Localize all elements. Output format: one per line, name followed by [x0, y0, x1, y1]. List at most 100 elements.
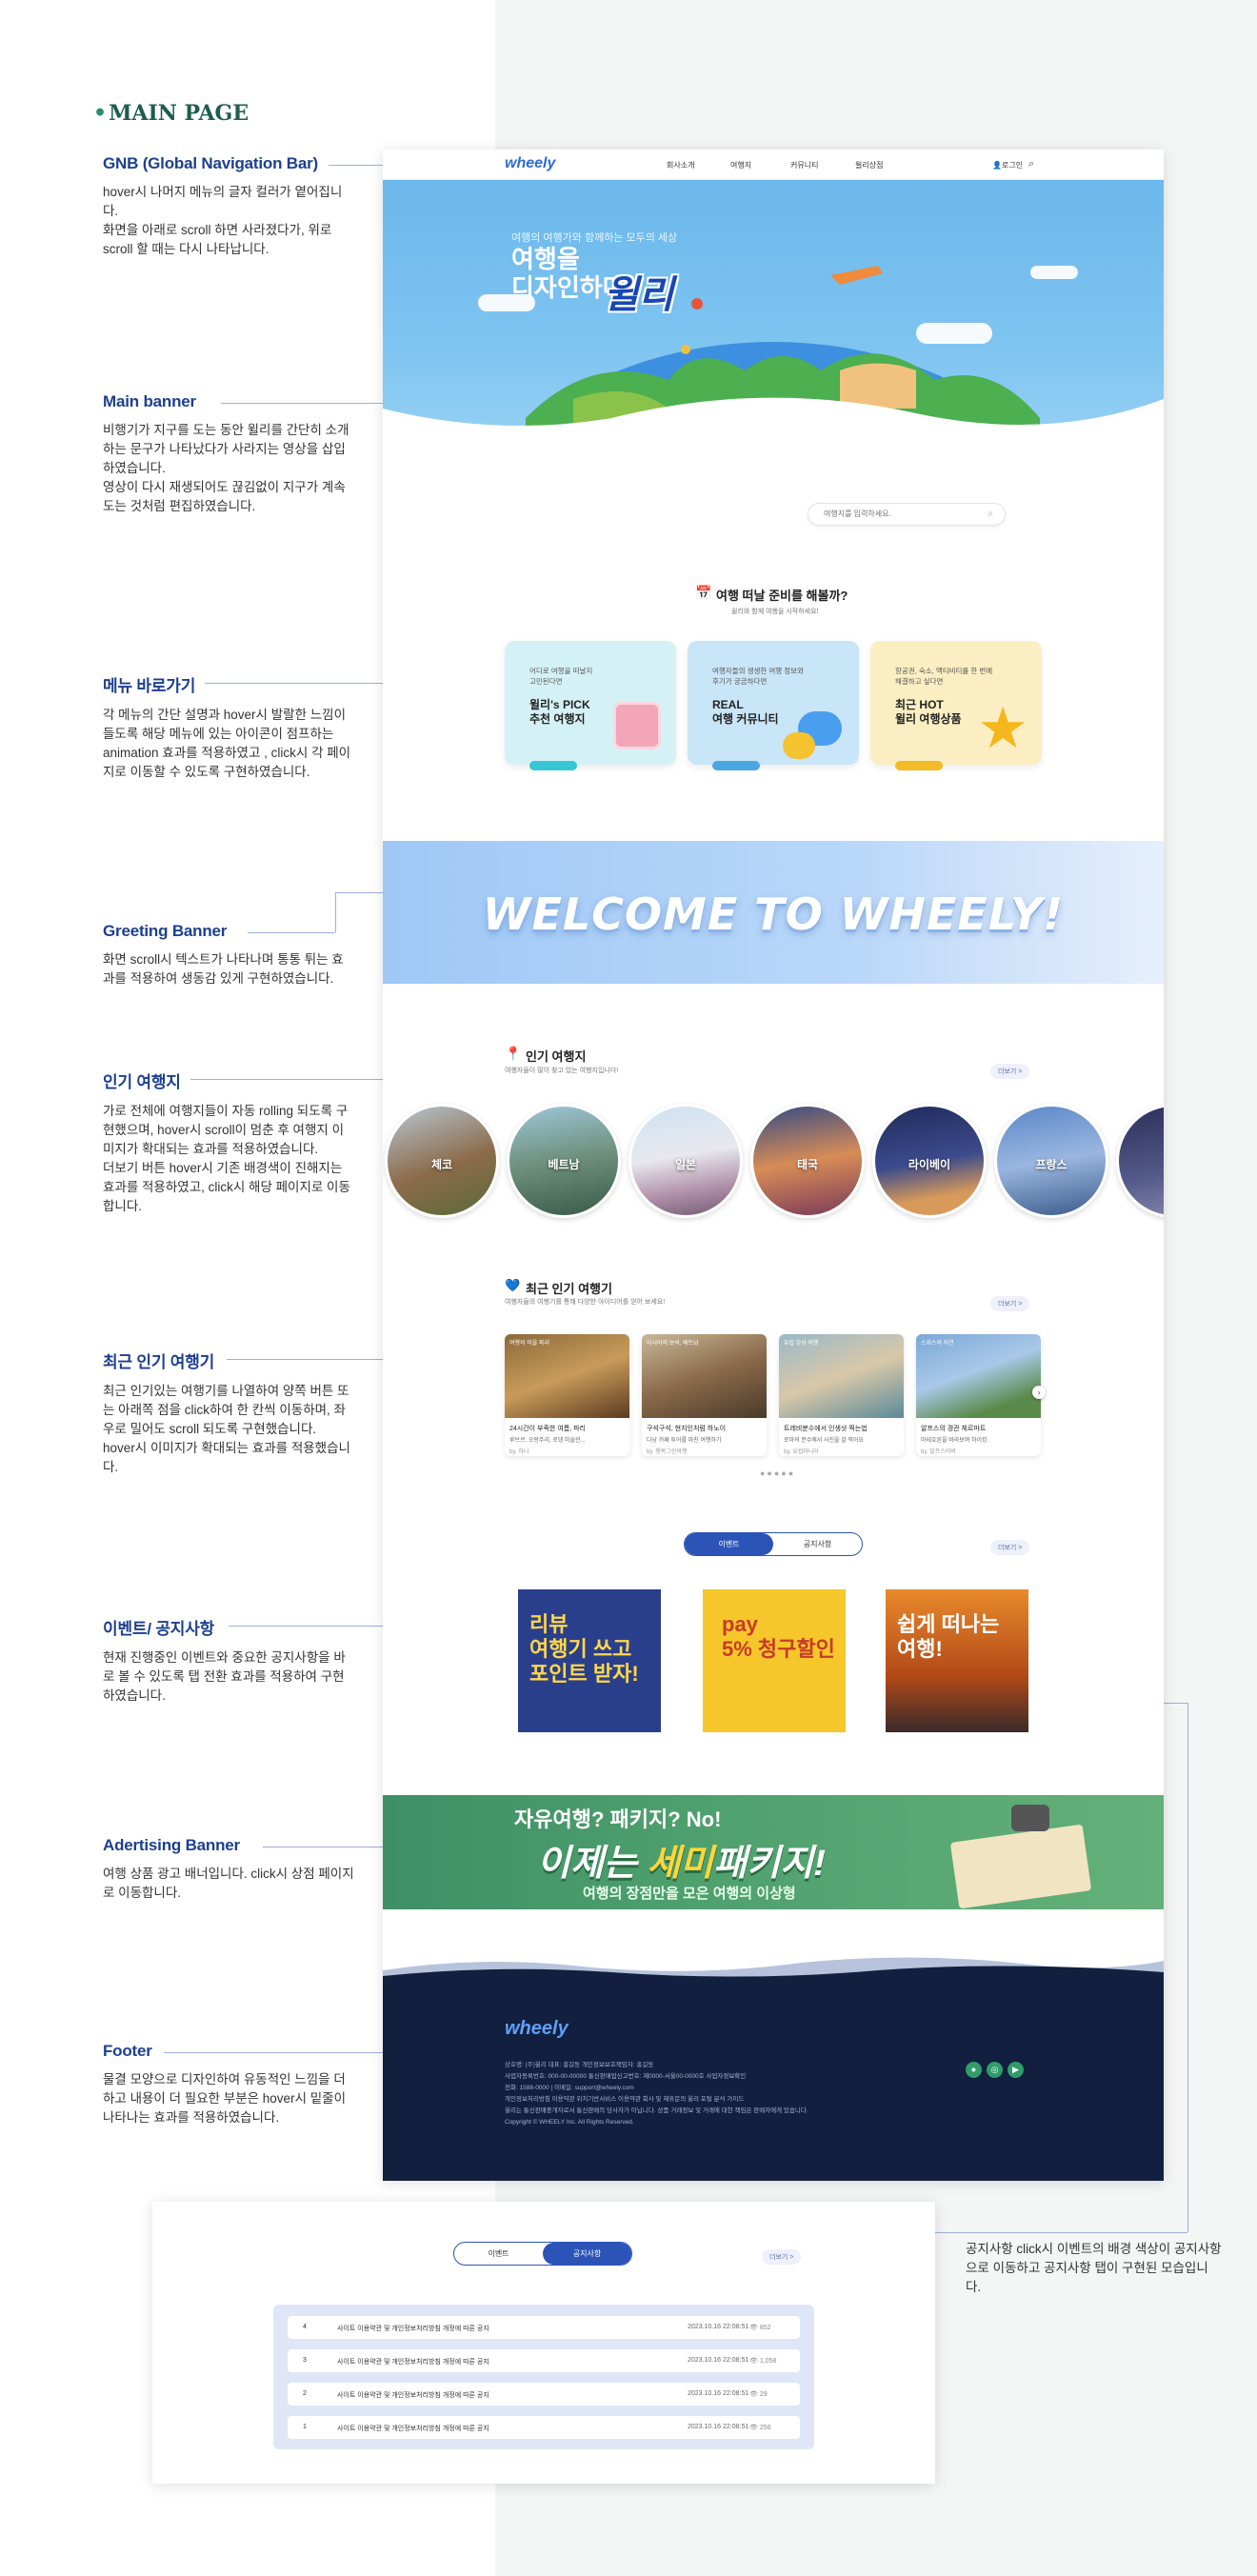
- tab-event[interactable]: 이벤트: [454, 2243, 543, 2265]
- event-card-text: 리뷰 여행기 쓰고 포인트 받자!: [529, 1612, 639, 1686]
- eye-icon: 👁: [749, 2391, 760, 2398]
- travelogue-card[interactable]: 스위스의 자연 알프스의 경관 체르마트 마테호른을 바라보며 하이킹 by. 알프스…: [916, 1334, 1041, 1456]
- card-desc: 항공권, 숙소, 액티비티를 한 번에 해결하고 싶다면: [895, 667, 993, 686]
- instagram-icon[interactable]: ◎: [987, 2062, 1003, 2078]
- event-notice-tabs: 이벤트 공지사항: [453, 2242, 632, 2266]
- annotation-text: 비행기가 지구를 도는 동안 윌리를 간단히 소개하는 문구가 나타났다가 사라…: [103, 423, 349, 513]
- annotation-title: GNB (Global Navigation Bar): [103, 154, 319, 172]
- notice-row[interactable]: 3 사이트 이용약관 및 개인정보처리방침 개정에 따른 공지 2023.10.16…: [288, 2349, 800, 2372]
- notice-title: 사이트 이용약관 및 개인정보처리방침 개정에 따른 공지: [337, 2326, 489, 2332]
- notice-views: 👁 256: [749, 2424, 771, 2431]
- destination-circle[interactable]: 라이베이: [872, 1104, 987, 1218]
- travelogue-image: 유럽 감성 여행: [779, 1334, 904, 1418]
- login-link[interactable]: 👤로그인: [992, 160, 1023, 170]
- tab-event[interactable]: 이벤트: [685, 1533, 773, 1555]
- youtube-icon[interactable]: ▶: [1008, 2062, 1024, 2078]
- recent-title: 최근 인기 여행기: [526, 1282, 612, 1296]
- notice-number: 1: [303, 2424, 307, 2430]
- destination-circle[interactable]: 베트남: [507, 1104, 621, 1218]
- annotation-title: Adertising Banner: [103, 1836, 240, 1854]
- site-logo[interactable]: wheely: [505, 155, 555, 172]
- notice-date: 2023.10.16 22:08:51: [688, 2424, 749, 2430]
- search-input[interactable]: [824, 509, 986, 518]
- event-more-button[interactable]: 더보기 >: [990, 1540, 1030, 1555]
- annotation-text: 가로 전체에 여행지들이 자동 rolling 되도록 구현했으며, hover…: [103, 1104, 350, 1213]
- login-label: 로그인: [1001, 161, 1024, 170]
- notice-row[interactable]: 4 사이트 이용약관 및 개인정보처리방침 개정에 따른 공지 2023.10.16…: [288, 2316, 800, 2339]
- gnb: wheely 회사소개 여행지 커뮤니티 윌리상점 👤로그인 ⌕: [383, 150, 1164, 180]
- annotation-main-banner: Main banner 비행기가 지구를 도는 동안 윌리를 간단히 소개하는 …: [103, 392, 355, 516]
- destination-circle[interactable]: [1116, 1104, 1164, 1218]
- menu-card-hot[interactable]: 항공권, 숙소, 액티비티를 한 번에 해결하고 싶다면 최근 HOT 윌리 여…: [870, 641, 1042, 770]
- destination-label: 라이베이: [908, 1158, 951, 1171]
- annotation-text: 화면 scroll시 텍스트가 나타나며 통통 튀는 효과를 적용하여 생동감 …: [103, 952, 344, 986]
- annotation-title: 최근 인기 여행기: [103, 1353, 215, 1371]
- camera-icon: [1011, 1805, 1049, 1831]
- travelogue-title: 구석구석, 현지인처럼 하노이: [647, 1426, 727, 1432]
- annotation-menu-shortcut: 메뉴 바로가기 각 메뉴의 간단 설명과 hover시 발랄한 느낌이 들도록 …: [103, 672, 355, 782]
- gnb-menu-community[interactable]: 커뮤니티: [790, 160, 818, 170]
- tab-notice[interactable]: 공지사항: [543, 2243, 631, 2265]
- travelogue-card[interactable]: 아시아의 보석, 베트남 구석구석, 현지인처럼 하노이 다낭 카페 투어를 마친 …: [642, 1334, 767, 1456]
- tab-notice[interactable]: 공지사항: [773, 1533, 862, 1555]
- prep-title: 여행 떠날 준비를 해볼까?: [716, 589, 848, 603]
- notice-number: 4: [303, 2324, 307, 2330]
- notice-date: 2023.10.16 22:08:51: [688, 2357, 749, 2364]
- chat-icon[interactable]: ●: [966, 2062, 982, 2078]
- travelogue-tag: 스위스의 자연: [921, 1341, 954, 1347]
- annotation-text: hover시 나머지 메뉴의 글자 컬러가 옅어집니다. 화면을 아래로 scr…: [103, 185, 343, 256]
- recent-more-button[interactable]: 더보기 >: [990, 1296, 1030, 1311]
- notice-views: 👁 29: [749, 2390, 768, 2398]
- annotation-title: Greeting Banner: [103, 922, 228, 940]
- ad-line-2-highlight: 세미: [647, 1844, 714, 1884]
- card-desc: 어디로 여행을 떠날지 고민된다면: [529, 667, 593, 686]
- notice-views: 👁 1,058: [749, 2357, 776, 2365]
- main-banner: 여행의 여행가와 함께하는 모두의 세상 여행을 디자인하다, 윌리: [383, 180, 1164, 456]
- destination-circle[interactable]: 체코: [385, 1104, 499, 1218]
- card-desc: 여행자들의 생생한 여행 정보와 후기가 궁금하다면: [712, 667, 804, 686]
- annotation-footer: Footer 물결 모양으로 디자인하여 유동적인 느낌을 더하고 내용이 더 …: [103, 2042, 355, 2127]
- destination-label: 일본: [674, 1158, 697, 1171]
- notice-row[interactable]: 1 사이트 이용약관 및 개인정보처리방침 개정에 따른 공지 2023.10.16…: [288, 2416, 800, 2439]
- carousel-dots[interactable]: ●●●●●: [760, 1468, 795, 1478]
- travelogue-card[interactable]: 여행의 마을 파리 24시간이 부족한 여름, 파리 루브르, 오랑주리, 로댕 미…: [505, 1334, 629, 1456]
- footer-logo[interactable]: wheely: [505, 2018, 569, 2040]
- notice-row[interactable]: 2 사이트 이용약관 및 개인정보처리방침 개정에 따른 공지 2023.10.16…: [288, 2383, 800, 2406]
- event-card-pay[interactable]: pay 5% 청구할인: [703, 1589, 846, 1732]
- gnb-menu-destinations[interactable]: 여행지: [730, 160, 751, 170]
- banner-tagline: 여행의 여행가와 함께하는 모두의 세상: [511, 232, 678, 244]
- popular-more-button[interactable]: 더보기 >: [990, 1064, 1030, 1079]
- menu-card-pick[interactable]: 어디로 여행을 떠날지 고민된다면 윌리's PICK 추천 여행지: [505, 641, 676, 770]
- search-icon[interactable]: ⌕: [988, 509, 993, 519]
- notice-more-button[interactable]: 더보기 >: [762, 2249, 802, 2265]
- travelogue-summary: 루브르, 오랑주리, 로댕 미술관...: [509, 1438, 586, 1444]
- annotation-title: Main banner: [103, 392, 196, 410]
- notice-view-count: 256: [759, 2425, 771, 2431]
- connector-line: [1187, 1703, 1188, 2232]
- travelogue-card[interactable]: 유럽 감성 여행 트레비분수에서 인생샷 찍는법 로마의 분수에서 사진을 잘 찍어…: [779, 1334, 904, 1456]
- destination-circle[interactable]: 태국: [750, 1104, 865, 1218]
- notice-list: 4 사이트 이용약관 및 개인정보처리방침 개정에 따른 공지 2023.10.16…: [273, 2305, 814, 2449]
- travelogue-image: 아시아의 보석, 베트남: [642, 1334, 767, 1418]
- notice-view-count: 1,058: [759, 2358, 777, 2365]
- destination-circle[interactable]: 일본: [628, 1104, 743, 1218]
- gnb-menu-store[interactable]: 윌리상점: [855, 160, 883, 170]
- event-card-review[interactable]: 리뷰 여행기 쓰고 포인트 받자!: [518, 1589, 661, 1732]
- notice-date: 2023.10.16 22:08:51: [688, 2324, 749, 2330]
- destination-circle[interactable]: 프랑스: [994, 1104, 1108, 1218]
- connector-line: [899, 2232, 1187, 2233]
- menu-card-community[interactable]: 여행자들의 생생한 여행 정보와 후기가 궁금하다면 REAL 여행 커뮤니티: [688, 641, 859, 770]
- card-tab: [895, 761, 943, 770]
- annotation-title: 인기 여행지: [103, 1073, 181, 1091]
- next-arrow-button[interactable]: ›: [1032, 1386, 1046, 1399]
- cloud: [1030, 266, 1078, 279]
- event-card-travel[interactable]: 쉽게 떠나는 여행!: [886, 1589, 1028, 1732]
- gnb-menu-about[interactable]: 회사소개: [667, 160, 694, 170]
- ad-line-3: 여행의 장점만을 모은 여행의 이상형: [583, 1886, 796, 1902]
- notice-title: 사이트 이용약관 및 개인정보처리방침 개정에 따른 공지: [337, 2392, 489, 2399]
- advertising-banner[interactable]: 자유여행? 패키지? No! 이제는 세미패키지! 여행의 장점만을 모은 여행…: [383, 1795, 1164, 1909]
- popular-subtitle: 여행자들이 많이 찾고 있는 여행지입니다!: [505, 1068, 619, 1074]
- globe-illustration: [383, 266, 1164, 456]
- search-icon[interactable]: ⌕: [1028, 158, 1034, 170]
- travelogue-title: 트레비분수에서 인생샷 찍는법: [784, 1426, 868, 1432]
